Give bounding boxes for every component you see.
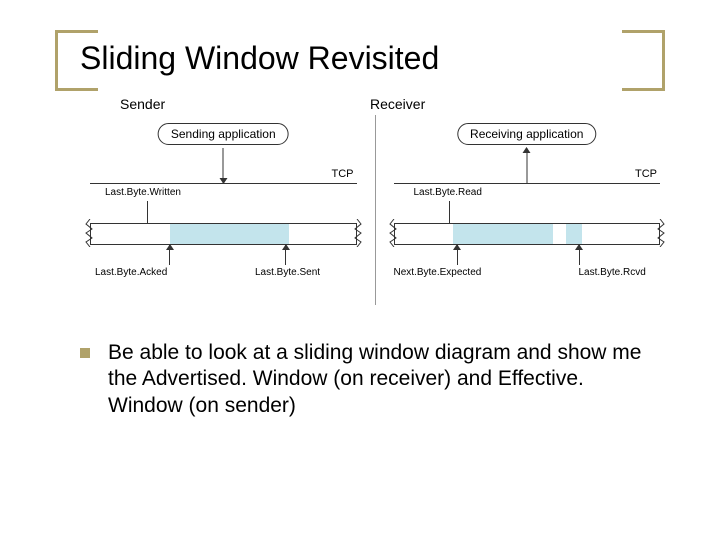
receiver-buffer (394, 223, 661, 245)
last-byte-acked-label: Last.Byte.Acked (95, 267, 167, 278)
bullet-item: Be able to look at a sliding window diag… (80, 340, 650, 419)
sender-buf-acked (91, 224, 170, 244)
last-byte-read-pointer (449, 201, 450, 223)
sender-panel: Sending application TCP Last.Byte.Writte… (75, 115, 372, 310)
sender-heading: Sender (120, 96, 165, 112)
last-byte-sent-arrow (285, 245, 286, 265)
sender-buf-free (289, 224, 355, 244)
bullet-icon (80, 348, 90, 358)
panel-divider (375, 115, 376, 305)
sender-app-arrow (223, 148, 224, 183)
last-byte-read-label: Last.Byte.Read (414, 187, 482, 198)
receiver-jag-right (653, 219, 667, 247)
receiver-buf-gap (553, 224, 566, 244)
receiver-panel: Receiving application TCP Last.Byte.Read… (379, 115, 676, 310)
sender-tcp-label: TCP (332, 168, 354, 180)
receiver-tcp-line (394, 183, 661, 184)
sender-jag-left (83, 219, 97, 247)
last-byte-written-pointer (147, 201, 148, 223)
diagram-area: Sending application TCP Last.Byte.Writte… (75, 115, 675, 310)
sender-buffer (90, 223, 357, 245)
slide-title: Sliding Window Revisited (80, 40, 439, 77)
bullet-text: Be able to look at a sliding window diag… (108, 340, 650, 419)
receiver-buf-ooo (566, 224, 582, 244)
title-bracket-right (622, 30, 665, 91)
next-byte-expected-arrow (457, 245, 458, 265)
receiver-jag-left (387, 219, 401, 247)
receiver-buf-buffered (453, 224, 554, 244)
receiver-buf-read (395, 224, 453, 244)
next-byte-expected-label: Next.Byte.Expected (394, 267, 482, 278)
receiver-tcp-label: TCP (635, 168, 657, 180)
last-byte-sent-label: Last.Byte.Sent (255, 267, 320, 278)
sender-jag-right (350, 219, 364, 247)
sender-tcp-line (90, 183, 357, 184)
receiver-heading: Receiver (370, 96, 425, 112)
receiver-buf-free (582, 224, 659, 244)
sender-buf-inflight (170, 224, 289, 244)
sending-app-label: Sending application (158, 123, 289, 145)
last-byte-rcvd-label: Last.Byte.Rcvd (579, 267, 646, 278)
receiving-app-label: Receiving application (457, 123, 596, 145)
receiver-app-arrow (526, 148, 527, 183)
last-byte-acked-arrow (169, 245, 170, 265)
last-byte-rcvd-arrow (579, 245, 580, 265)
last-byte-written-label: Last.Byte.Written (105, 187, 181, 198)
